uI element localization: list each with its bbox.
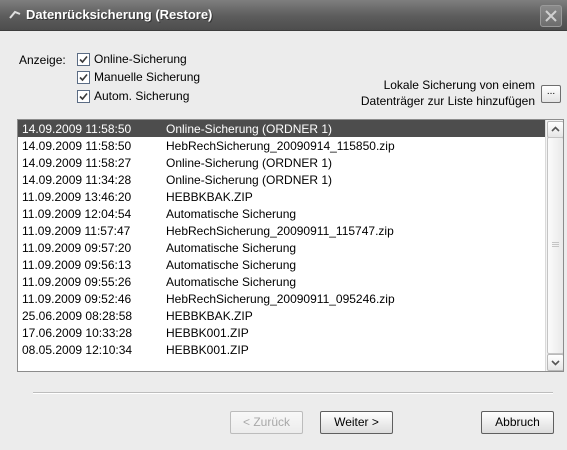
backup-date: 14.09.2009 11:58:27 bbox=[22, 156, 132, 170]
separator bbox=[33, 392, 553, 394]
scroll-thumb[interactable] bbox=[547, 137, 563, 354]
list-item[interactable]: 11.09.2009 11:57:47 HebRechSicherung_2009… bbox=[18, 222, 545, 239]
cancel-button[interactable]: Abbruch bbox=[481, 411, 554, 434]
list-item[interactable]: 08.05.2009 12:10:34 HEBBK001.ZIP bbox=[18, 341, 545, 358]
list-item[interactable]: 14.09.2009 11:58:27 Online-Sicherung (ORD… bbox=[18, 154, 545, 171]
local-backup-hint: Lokale Sicherung von einem Datenträger z… bbox=[330, 77, 535, 109]
list-item[interactable]: 11.09.2009 09:57:20 Automatische Sicherun… bbox=[18, 239, 545, 256]
backup-date: 11.09.2009 09:55:26 bbox=[22, 275, 132, 289]
auto-backup-checkbox[interactable]: Autom. Sicherung bbox=[77, 89, 189, 103]
backup-name: Automatische Sicherung bbox=[166, 258, 297, 272]
backup-date: 11.09.2009 11:57:47 bbox=[22, 224, 131, 238]
list-item[interactable]: 11.09.2009 09:55:26 Automatische Sicherun… bbox=[18, 273, 545, 290]
list-item[interactable]: 14.09.2009 11:34:28 Online-Sicherung (ORD… bbox=[18, 171, 545, 188]
backup-date: 14.09.2009 11:34:28 bbox=[22, 173, 132, 187]
list-item[interactable]: 11.09.2009 09:56:13 Automatische Sicherun… bbox=[18, 256, 545, 273]
backup-name: HEBBK001.ZIP bbox=[166, 326, 249, 340]
backup-name: Automatische Sicherung bbox=[166, 275, 297, 289]
backup-list[interactable]: 14.09.2009 11:58:50 Online-Sicherung (ORD… bbox=[17, 119, 564, 372]
window-title: Datenrücksicherung (Restore) bbox=[26, 7, 213, 22]
list-item[interactable]: 14.09.2009 11:58:50 HebRechSicherung_2009… bbox=[18, 137, 545, 154]
backup-date: 25.06.2009 08:28:58 bbox=[22, 309, 133, 323]
backup-date: 11.09.2009 09:56:13 bbox=[22, 258, 132, 272]
backup-name: Online-Sicherung (ORDNER 1) bbox=[166, 156, 333, 170]
backup-date: 08.05.2009 12:10:34 bbox=[22, 343, 133, 357]
checkbox-box[interactable] bbox=[77, 70, 90, 84]
title-bar[interactable]: Datenrücksicherung (Restore) bbox=[0, 0, 567, 31]
add-local-backup-button[interactable]: ... bbox=[541, 85, 561, 103]
scroll-up-button[interactable] bbox=[547, 121, 563, 138]
backup-date: 14.09.2009 11:58:50 bbox=[22, 122, 132, 136]
backup-name: HEBBK001.ZIP bbox=[166, 343, 249, 357]
backup-name: Automatische Sicherung bbox=[166, 207, 297, 221]
checkbox-box[interactable] bbox=[77, 52, 90, 66]
list-item[interactable]: 17.06.2009 10:33:28 HEBBK001.ZIP bbox=[18, 324, 545, 341]
chevron-down-icon bbox=[551, 360, 560, 366]
backup-date: 11.09.2009 09:57:20 bbox=[22, 241, 132, 255]
checkmark-icon bbox=[79, 73, 88, 81]
list-item[interactable]: 14.09.2009 11:58:50 Online-Sicherung (ORD… bbox=[18, 120, 545, 137]
backup-name: Online-Sicherung (ORDNER 1) bbox=[166, 122, 333, 136]
back-button[interactable]: < Zurück bbox=[230, 411, 303, 434]
vertical-scrollbar[interactable] bbox=[545, 120, 563, 371]
app-icon bbox=[9, 10, 21, 19]
close-button[interactable] bbox=[540, 5, 562, 27]
checkbox-label: Manuelle Sicherung bbox=[94, 70, 201, 84]
backup-name: HEBBKBAK.ZIP bbox=[166, 190, 253, 204]
checkmark-icon bbox=[79, 92, 88, 100]
restore-dialog: Datenrücksicherung (Restore) Anzeige: On… bbox=[0, 0, 567, 450]
backup-date: 17.06.2009 10:33:28 bbox=[22, 326, 133, 340]
next-button[interactable]: Weiter > bbox=[320, 411, 393, 434]
backup-name: Online-Sicherung (ORDNER 1) bbox=[166, 173, 333, 187]
backup-name: HEBBKBAK.ZIP bbox=[166, 309, 253, 323]
local-hint-line2: Datenträger zur Liste hinzufügen bbox=[360, 94, 535, 108]
backup-name: HebRechSicherung_20090914_115850.zip bbox=[166, 139, 395, 153]
backup-name: HebRechSicherung_20090911_095246.zip bbox=[166, 292, 395, 306]
backup-date: 11.09.2009 12:04:54 bbox=[22, 207, 132, 221]
checkbox-label: Online-Sicherung bbox=[94, 52, 187, 66]
checkbox-label: Autom. Sicherung bbox=[94, 89, 190, 103]
online-backup-checkbox[interactable]: Online-Sicherung bbox=[77, 52, 187, 66]
checkmark-icon bbox=[79, 55, 88, 63]
backup-date: 11.09.2009 09:52:46 bbox=[22, 292, 132, 306]
list-item[interactable]: 25.06.2009 08:28:58 HEBBKBAK.ZIP bbox=[18, 307, 545, 324]
local-hint-line1: Lokale Sicherung von einem bbox=[383, 78, 535, 92]
scroll-down-button[interactable] bbox=[547, 354, 563, 371]
list-item[interactable]: 11.09.2009 09:52:46 HebRechSicherung_2009… bbox=[18, 290, 545, 307]
list-item[interactable]: 11.09.2009 13:46:20 HEBBKBAK.ZIP bbox=[18, 188, 545, 205]
chevron-up-icon bbox=[551, 126, 560, 132]
backup-date: 14.09.2009 11:58:50 bbox=[22, 139, 132, 153]
display-label: Anzeige: bbox=[19, 53, 66, 67]
checkbox-box[interactable] bbox=[77, 89, 90, 103]
backup-name: HebRechSicherung_20090911_115747.zip bbox=[166, 224, 394, 238]
backup-date: 11.09.2009 13:46:20 bbox=[22, 190, 132, 204]
backup-name: Automatische Sicherung bbox=[166, 241, 297, 255]
list-item[interactable]: 11.09.2009 12:04:54 Automatische Sicherun… bbox=[18, 205, 545, 222]
manual-backup-checkbox[interactable]: Manuelle Sicherung bbox=[77, 70, 200, 84]
close-icon bbox=[545, 10, 557, 22]
